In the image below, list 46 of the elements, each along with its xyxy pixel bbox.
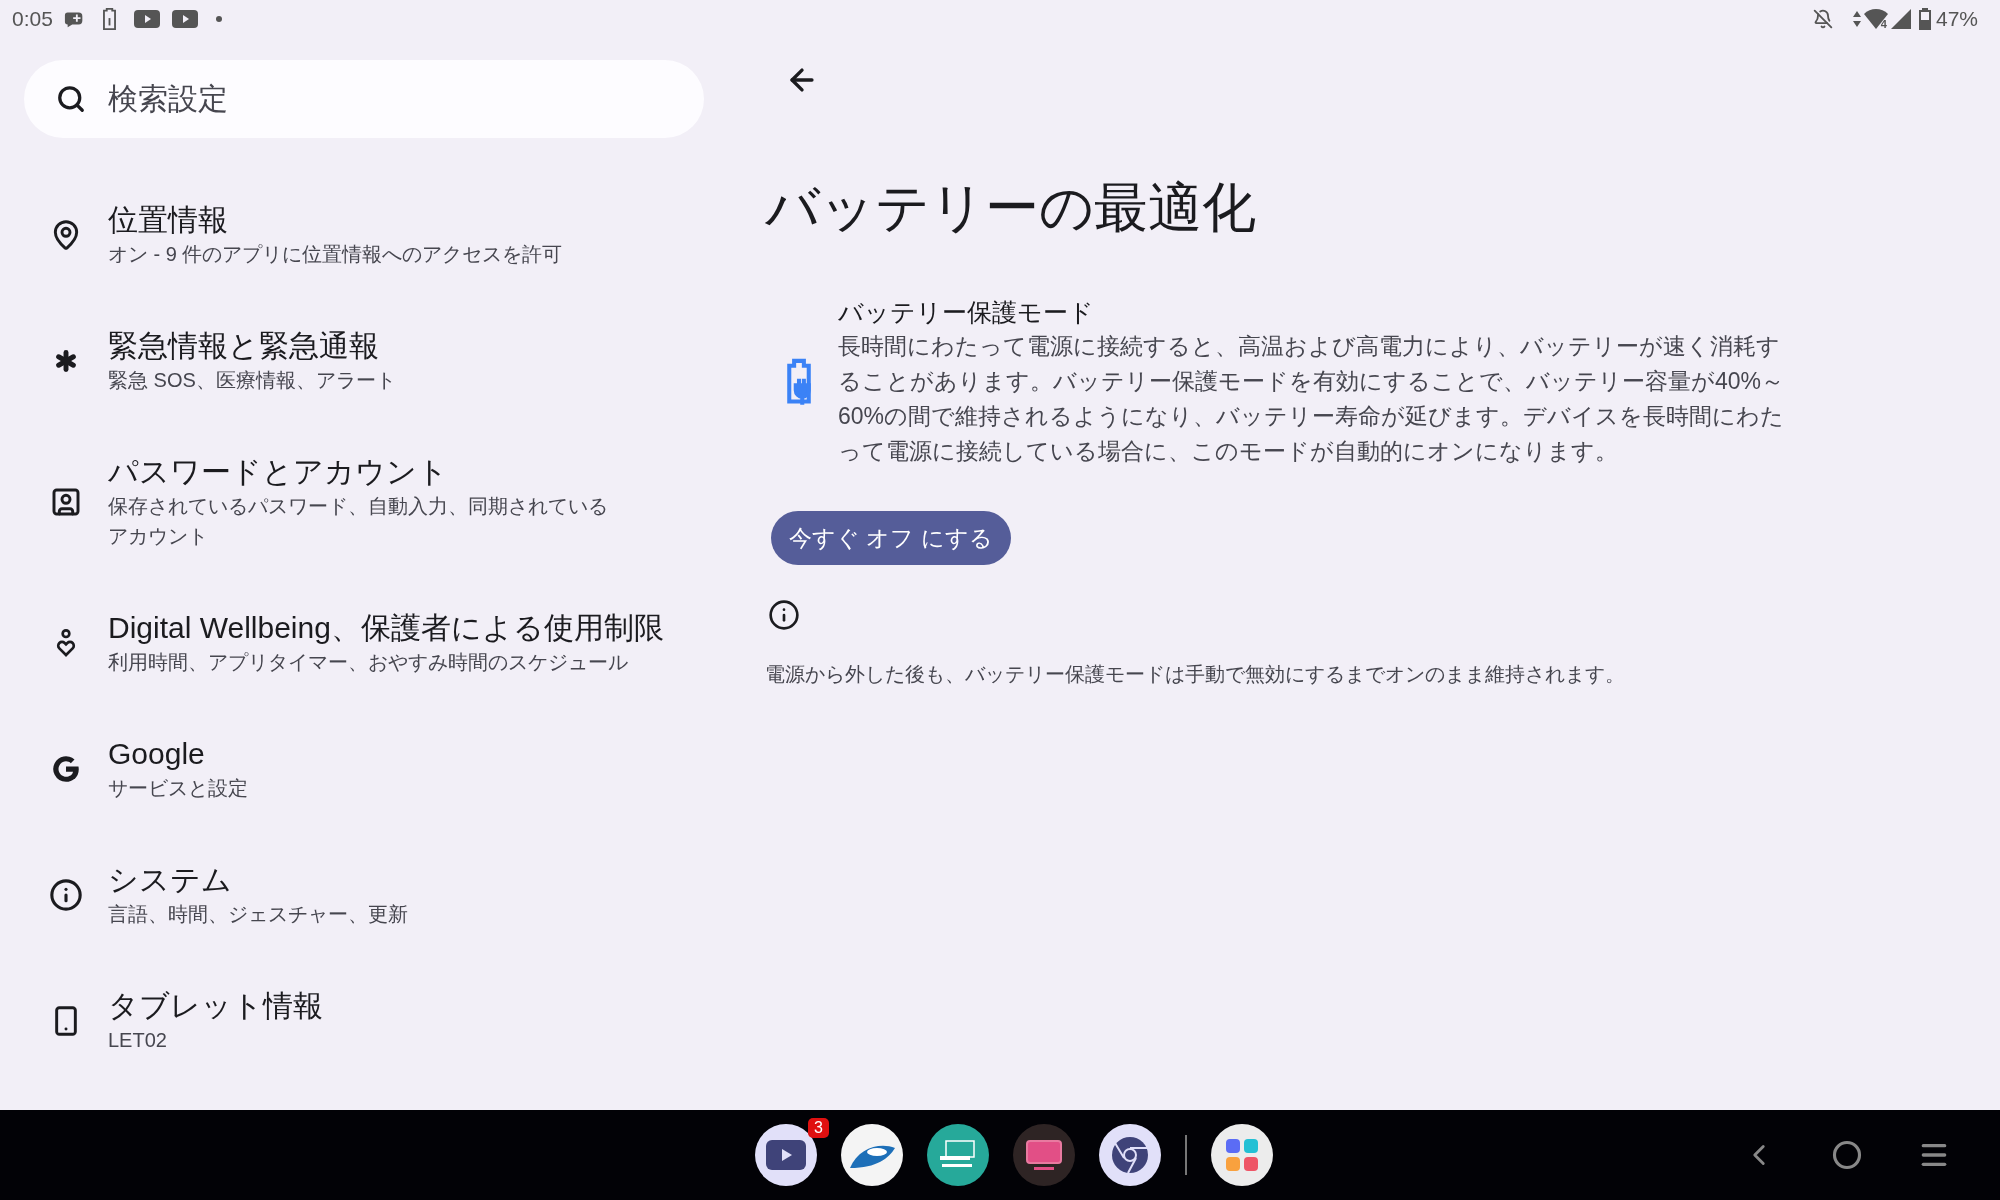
- play-icon: [171, 10, 198, 28]
- item-subtitle: LET02: [108, 1028, 168, 1053]
- footer-note: 電源から外した後も、バッテリー保護モードは手動で無効にするまでオンのまま維持されます。: [765, 662, 1626, 687]
- settings-item[interactable]: Google サービスと設定: [0, 706, 720, 832]
- item-title: 位置情報: [108, 202, 229, 238]
- settings-item[interactable]: タブレット情報 LET02: [0, 958, 720, 1084]
- clock-time: 0:05: [12, 6, 53, 33]
- play-icon: [133, 10, 160, 28]
- tv-app-icon[interactable]: [927, 1124, 989, 1186]
- notification-badge: 3: [808, 1118, 829, 1138]
- info-icon: [49, 878, 83, 912]
- apps-grid-icon[interactable]: [1211, 1124, 1273, 1186]
- info-icon: [768, 599, 800, 631]
- search-field[interactable]: 検索設定: [24, 60, 704, 138]
- item-title: 緊急情報と緊急通報: [108, 328, 380, 364]
- item-subtitle: 利用時間、アプリタイマー、おやすみ時間のスケジュール: [108, 650, 629, 675]
- item-subtitle: 緊急 SOS、医療情報、アラート: [108, 368, 396, 393]
- signal-icon: [1890, 9, 1911, 29]
- item-title: Google: [108, 736, 206, 772]
- search-icon: [56, 84, 86, 114]
- item-title: パスワードとアカウント: [108, 454, 449, 490]
- settings-item[interactable]: パスワードとアカウント 保存されているパスワード、自動入力、同期されている アカウント: [0, 424, 720, 580]
- battery-percent: 47%: [1935, 6, 1978, 33]
- mute-icon: [1812, 9, 1833, 29]
- home-icon[interactable]: [1832, 1140, 1862, 1170]
- item-subtitle: 言語、時間、ジェスチャー、更新: [108, 902, 408, 927]
- item-title: システム: [108, 862, 233, 898]
- turn-off-button[interactable]: 今すぐ オフ にする: [771, 511, 1011, 565]
- item-subtitle: 保存されているパスワード、自動入力、同期されている アカウント: [108, 494, 608, 549]
- section-title: バッテリー保護モード: [838, 297, 1095, 328]
- browser-app-icon[interactable]: [1099, 1124, 1161, 1186]
- settings-item[interactable]: Digital Wellbeing、保護者による使用制限 利用時間、アプリタイマー、おやすみ時間のスケジュール: [0, 580, 720, 706]
- settings-item[interactable]: 緊急情報と緊急通報 緊急 SOS、医療情報、アラート: [0, 298, 720, 424]
- item-title: タブレット情報: [108, 988, 323, 1024]
- settings-item[interactable]: システム 言語、時間、ジェスチャー、更新: [0, 832, 720, 958]
- disc-app-icon[interactable]: [841, 1124, 903, 1186]
- item-subtitle: サービスと設定: [108, 776, 248, 801]
- item-subtitle: オン - 9 件のアプリに位置情報へのアクセスを許可: [108, 242, 563, 267]
- data-arrows-icon: [1852, 11, 1861, 27]
- battery-icon: [1918, 8, 1931, 30]
- monitor-app-icon[interactable]: [1013, 1124, 1075, 1186]
- page-title: バッテリーの最適化: [765, 176, 1257, 239]
- item-title: Digital Wellbeing、保護者による使用制限: [108, 610, 664, 646]
- person-card-icon: [50, 486, 82, 518]
- section-description: 長時間にわたって電源に接続すると、高温および高電力により、バッテリーが速く消耗することがあります。バッテリー保護モードを有効にすることで、バッテリー容量が40%～60%の間で維持されるようになり、バッテリー寿命が延びます。デバイスを長時間にわたって電源に接続している場合に、このモードが自動的にオンになります。: [838, 332, 1786, 466]
- settings-item[interactable]: 位置情報 オン - 9 件のアプリに位置情報へのアクセスを許可: [0, 172, 720, 298]
